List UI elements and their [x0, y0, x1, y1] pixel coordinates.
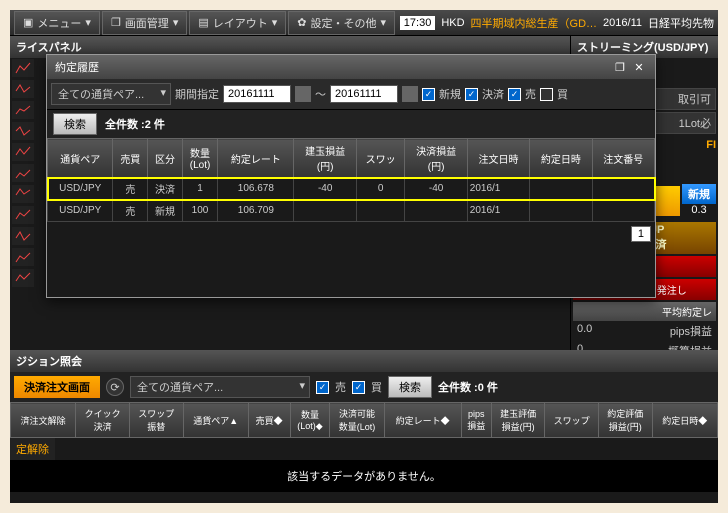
chart-icon[interactable]: [12, 59, 34, 77]
position-title: ジション照会: [16, 353, 82, 369]
menubar: ▣ メニュー ▾ ❐ 画面管理 ▾ ▤ レイアウト ▾ ✿ 設定・その他 ▾ 1…: [10, 10, 718, 36]
settings-button[interactable]: ✿ 設定・その他 ▾: [288, 11, 395, 35]
chart-icon[interactable]: [12, 206, 34, 224]
buy-checkbox[interactable]: [540, 88, 553, 101]
chart-icon[interactable]: [12, 122, 34, 140]
pos-buy-checkbox[interactable]: ✓: [352, 381, 365, 394]
execution-table: 通貨ペア 売買 区分 数量 (Lot) 約定レート 建玉損益 (円) スワッ 決…: [47, 138, 655, 222]
modal-header[interactable]: 約定履歴 ❐ ✕: [47, 55, 655, 79]
pos-search-button[interactable]: 検索: [388, 376, 432, 398]
calendar-icon[interactable]: [402, 86, 418, 102]
result-count: 全件数 :2 件: [105, 116, 165, 132]
period-label: 期間指定: [175, 86, 219, 102]
calendar-icon[interactable]: [295, 86, 311, 102]
position-panel: ジション照会 決済注文画面 ⟳ 全ての通貨ペア... ✓売 ✓買 検索 全件数 …: [10, 350, 718, 503]
settle-checkbox[interactable]: ✓: [465, 88, 478, 101]
execution-history-modal: 約定履歴 ❐ ✕ 全ての通貨ペア... 期間指定 〜 ✓新規 ✓決済 ✓売 買 …: [46, 54, 656, 298]
avg-rate-label: 平均約定レ: [573, 302, 716, 321]
window-mgmt-button[interactable]: ❐ 画面管理 ▾: [102, 11, 187, 35]
pos-sell-checkbox[interactable]: ✓: [316, 381, 329, 394]
close-icon[interactable]: ✕: [631, 59, 647, 75]
position-table: 済注文解除 クイック 決済 スワップ 振替 通貨ペア▲ 売買◆ 数量 (Lot)…: [10, 402, 718, 438]
date-from-input[interactable]: [223, 85, 291, 103]
chart-icon[interactable]: [12, 248, 34, 266]
chart-icon[interactable]: [12, 80, 34, 98]
chart-icon[interactable]: [12, 185, 34, 203]
modal-title: 約定履歴: [55, 59, 99, 75]
chart-icon[interactable]: [12, 164, 34, 182]
date-to-input[interactable]: [330, 85, 398, 103]
fi-label: FI: [706, 139, 716, 151]
pair-dropdown[interactable]: 全ての通貨ペア...: [51, 83, 171, 105]
refresh-icon[interactable]: ⟳: [106, 378, 124, 396]
table-row[interactable]: USD/JPY 売 決済 1 106.678 -40 0 -40 2016/1: [48, 178, 655, 200]
chart-sidebar: [10, 56, 46, 356]
layout-button[interactable]: ▤ レイアウト ▾: [189, 11, 286, 35]
search-button[interactable]: 検索: [53, 113, 97, 135]
release-label: 定解除: [10, 438, 55, 460]
pos-pair-dropdown[interactable]: 全ての通貨ペア...: [130, 376, 310, 398]
chart-icon[interactable]: [12, 269, 34, 287]
menu-button[interactable]: ▣ メニュー ▾: [14, 11, 100, 35]
sell-checkbox[interactable]: ✓: [508, 88, 521, 101]
settle-order-button[interactable]: 決済注文画面: [14, 376, 100, 398]
page-1[interactable]: 1: [631, 226, 651, 242]
chart-icon[interactable]: [12, 143, 34, 161]
new-checkbox[interactable]: ✓: [422, 88, 435, 101]
detach-icon[interactable]: ❐: [615, 61, 625, 74]
no-data-message: 該当するデータがありません。: [10, 460, 718, 492]
pos-count: 全件数 :0 件: [438, 379, 498, 395]
chart-icon[interactable]: [12, 227, 34, 245]
ticker: 17:30 HKD 四半期域内総生産（GD… 2016/11 日経平均先物: [400, 15, 714, 31]
table-row[interactable]: USD/JPY 売 新規 100 106.709 2016/1: [48, 200, 655, 222]
new-order-tag[interactable]: 新規: [682, 184, 716, 204]
chart-icon[interactable]: [12, 101, 34, 119]
